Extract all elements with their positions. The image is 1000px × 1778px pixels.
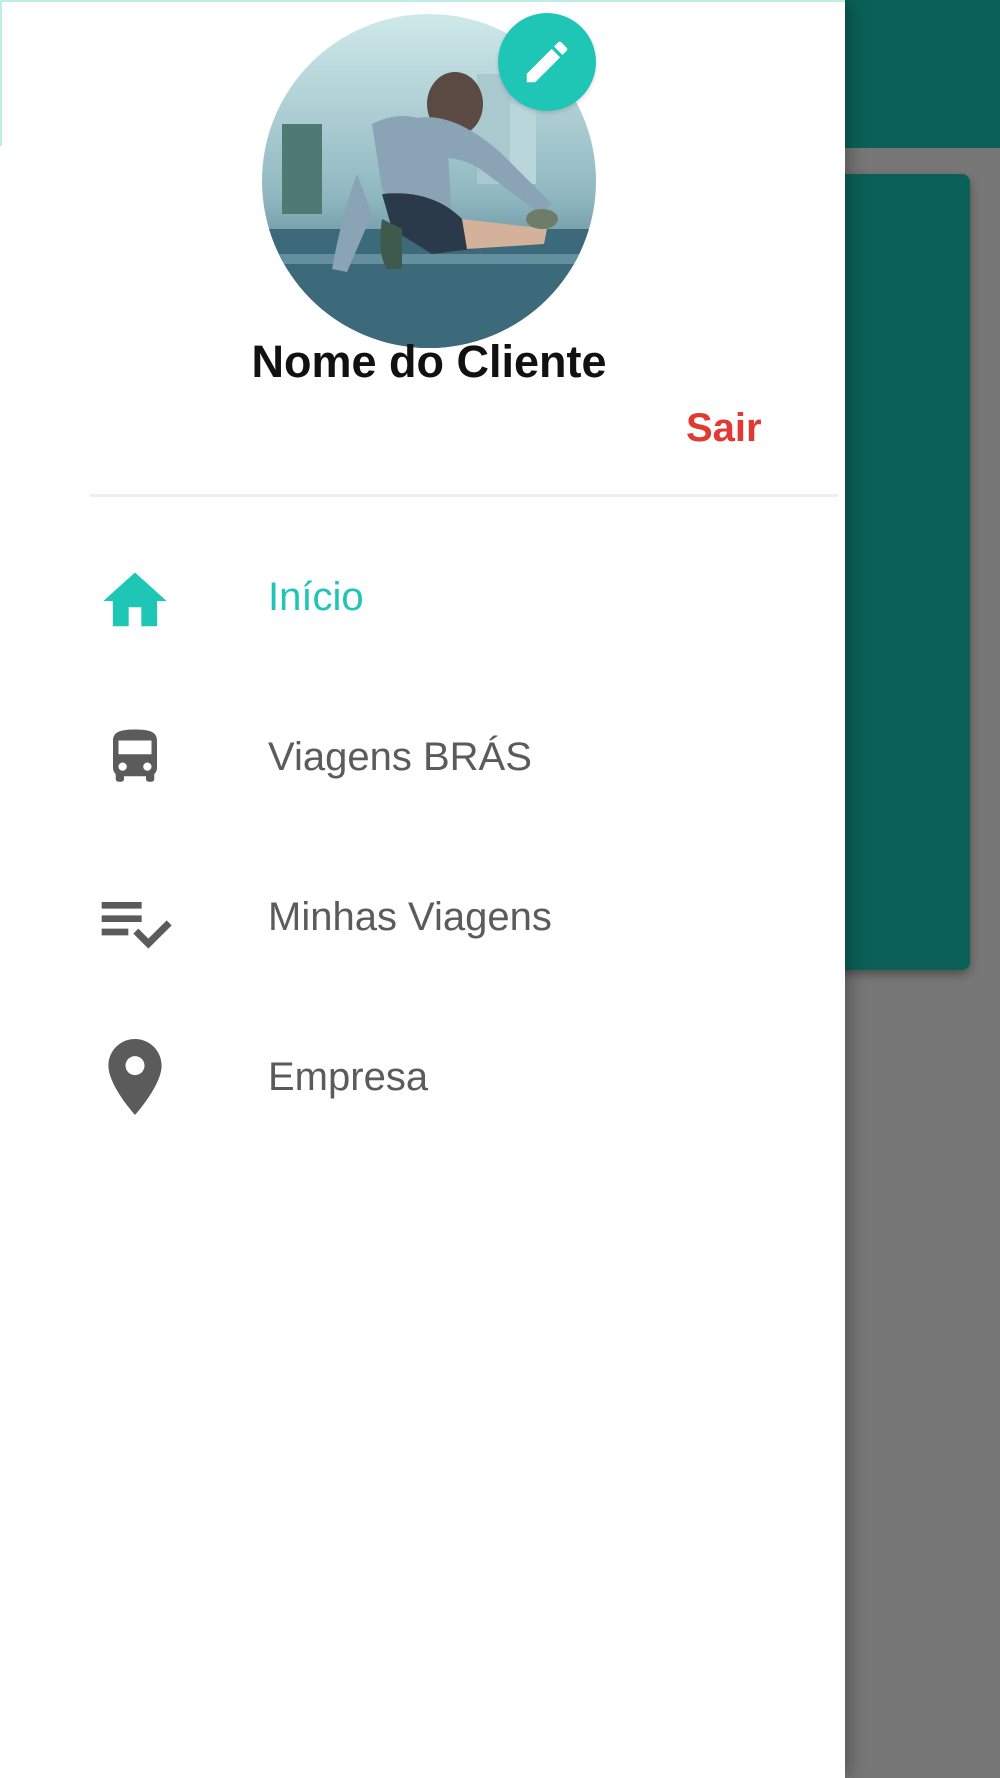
menu-item-viagens-bras[interactable]: Viagens BRÁS xyxy=(0,682,845,832)
pencil-icon xyxy=(526,41,568,83)
divider xyxy=(90,494,838,497)
navigation-drawer: Nome do Cliente Sair Início Viagens BRÁS… xyxy=(0,0,845,1778)
menu-item-inicio[interactable]: Início xyxy=(0,522,845,672)
menu-item-label: Viagens BRÁS xyxy=(268,735,532,779)
menu-item-label: Minhas Viagens xyxy=(268,895,552,939)
home-icon xyxy=(92,522,178,672)
menu-item-minhas-viagens[interactable]: Minhas Viagens xyxy=(0,842,845,992)
menu-item-label: Início xyxy=(268,575,364,619)
menu-item-empresa[interactable]: Empresa xyxy=(0,1002,845,1152)
menu-item-label: Empresa xyxy=(268,1055,429,1099)
playlist-check-icon xyxy=(92,842,178,992)
drawer-left-edge xyxy=(0,0,2,146)
client-name: Nome do Cliente xyxy=(251,336,607,387)
edit-profile-button[interactable] xyxy=(498,13,596,111)
logout-link[interactable]: Sair xyxy=(686,406,762,451)
location-pin-icon xyxy=(92,1002,178,1152)
background-card xyxy=(830,174,970,970)
drawer-top-edge xyxy=(0,0,845,2)
bus-icon xyxy=(92,682,178,832)
